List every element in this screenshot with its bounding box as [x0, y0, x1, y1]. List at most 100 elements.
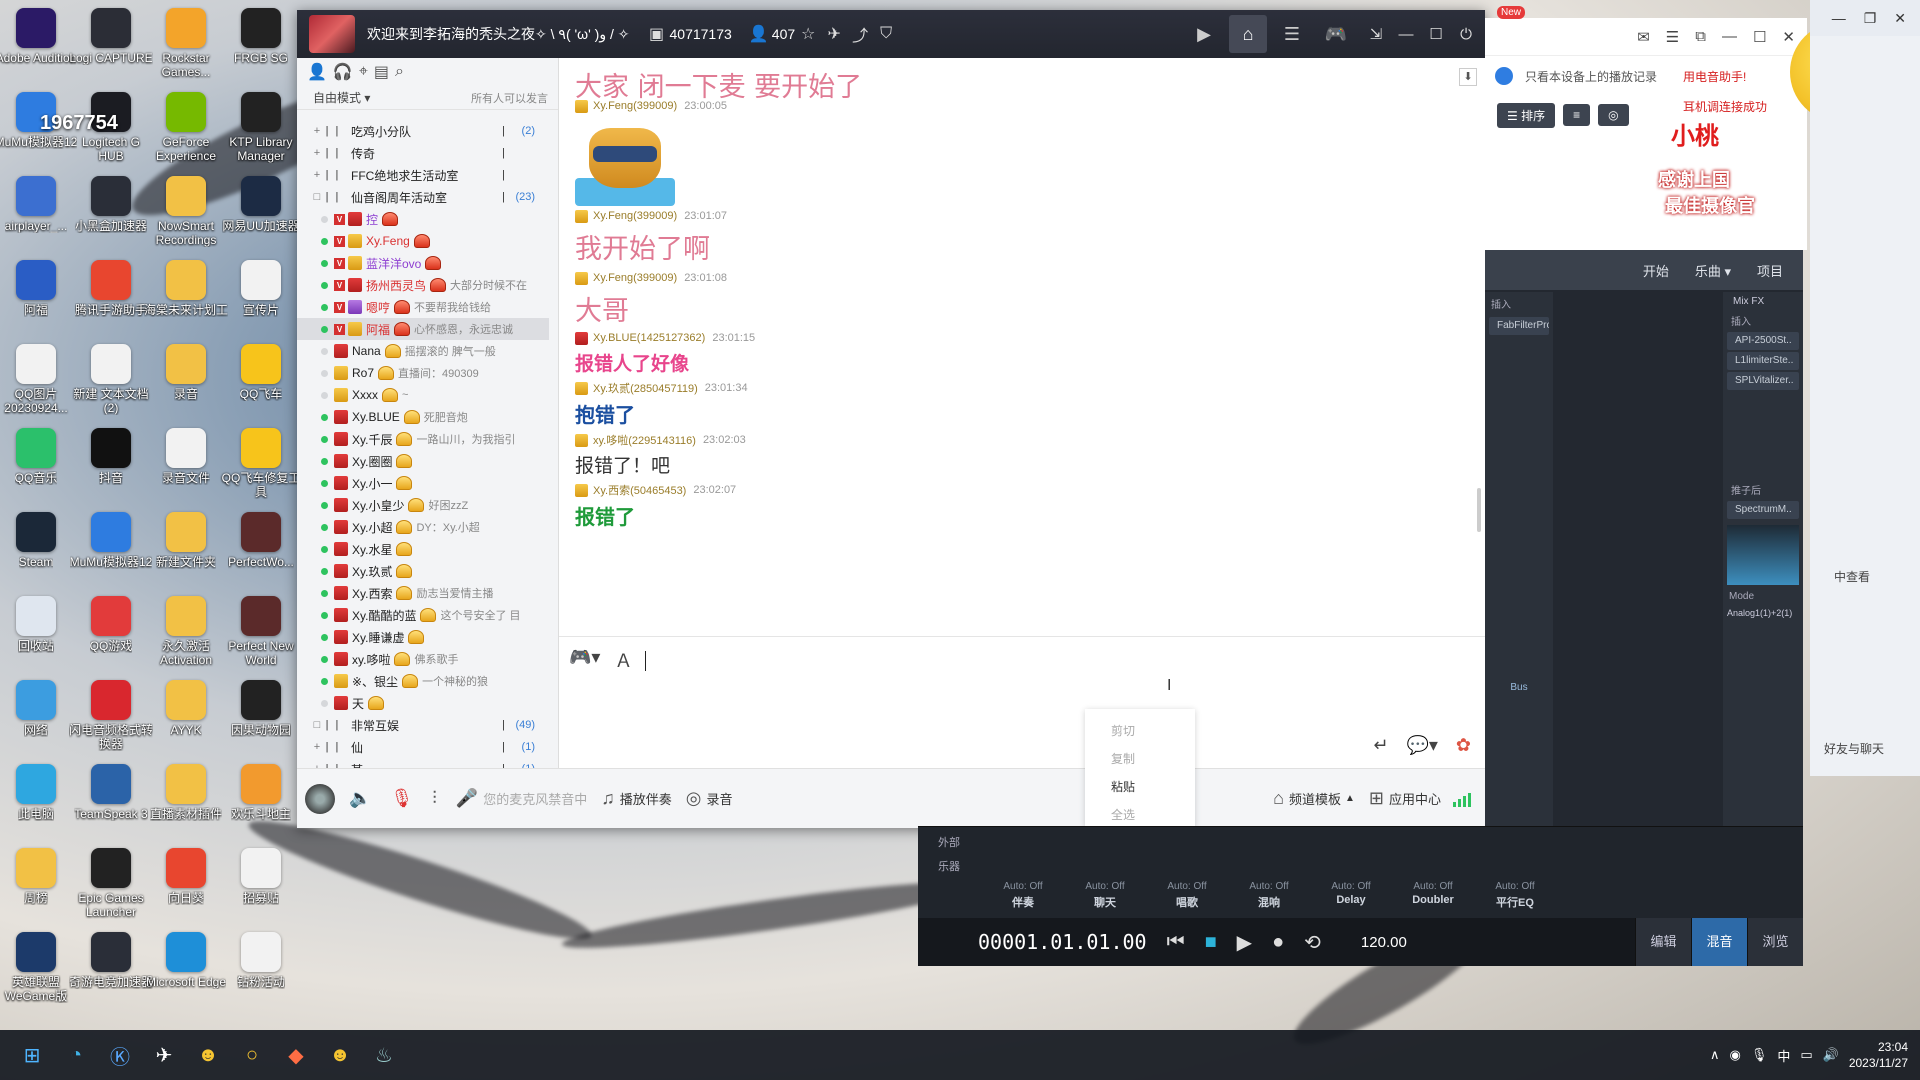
- desktop-icon[interactable]: QQ飞车: [219, 340, 303, 420]
- chat-bubble-icon[interactable]: 💬▾: [1406, 735, 1437, 756]
- expand-icon[interactable]: +: [311, 741, 323, 753]
- user-row[interactable]: Xy.小一: [297, 472, 549, 494]
- desktop-icon[interactable]: 新建文件夹: [144, 508, 228, 588]
- channel-row[interactable]: + | | 仙 | (1): [297, 736, 549, 758]
- automation-status[interactable]: Auto: Off: [1474, 881, 1556, 892]
- note-icon[interactable]: ▤: [374, 62, 389, 82]
- target-button[interactable]: ◎: [1598, 104, 1629, 126]
- desktop-icon[interactable]: 网络: [0, 676, 78, 756]
- user-row[interactable]: V 阿福 心怀感恩，永远忠诚: [297, 318, 549, 340]
- menu-item-select-all[interactable]: 全选: [1085, 801, 1195, 829]
- user-row[interactable]: 天: [297, 692, 549, 714]
- desktop-icon[interactable]: QQ飞车修复工具: [219, 424, 303, 504]
- desktop-icon[interactable]: GeForce Experience: [144, 88, 228, 168]
- desktop-icon[interactable]: 阿福: [0, 256, 78, 336]
- user-row[interactable]: V Xy.Feng: [297, 230, 549, 252]
- tray-chevron-icon[interactable]: ∧: [1710, 1047, 1720, 1063]
- message-author[interactable]: xy.哆啦(2295143116): [593, 432, 696, 448]
- taskbar-game-icon[interactable]: ◆: [274, 1033, 318, 1077]
- desktop-icon[interactable]: QQ音乐: [0, 424, 78, 504]
- minimize-button[interactable]: —: [1391, 26, 1421, 43]
- user-row[interactable]: Xy.睡谦虚: [297, 626, 549, 648]
- toggle-switch[interactable]: [1495, 67, 1513, 85]
- desktop-icon[interactable]: Epic Games Launcher: [69, 844, 153, 924]
- expand-icon[interactable]: □: [311, 191, 323, 203]
- font-style-icon[interactable]: Ａ: [614, 647, 632, 673]
- app-center-button[interactable]: ⊞ 应用中心: [1369, 788, 1441, 809]
- desktop-icon[interactable]: PerfectWo...: [219, 508, 303, 588]
- stop-button[interactable]: ■: [1205, 931, 1217, 954]
- spectrum-slot[interactable]: SpectrumM..: [1727, 501, 1799, 519]
- accompany-button[interactable]: ♫ 播放伴奏: [601, 788, 672, 809]
- desktop-icon[interactable]: AYYK: [144, 676, 228, 756]
- restore-icon[interactable]: ❐: [1864, 10, 1877, 27]
- close-icon[interactable]: ✕: [1894, 10, 1906, 27]
- automation-status[interactable]: Auto: Off: [982, 881, 1064, 892]
- desktop-icon[interactable]: 录音: [144, 340, 228, 420]
- start-button[interactable]: ⊞: [10, 1033, 54, 1077]
- view-tab-edit[interactable]: 编辑: [1635, 918, 1691, 966]
- desktop-icon[interactable]: MuMu模拟器12: [69, 508, 153, 588]
- expand-icon[interactable]: +: [311, 169, 323, 181]
- plugin-slot-3[interactable]: SPLVitalizer..: [1727, 372, 1799, 390]
- ime-indicator[interactable]: 中: [1777, 1046, 1790, 1065]
- shield-icon[interactable]: ⛉: [873, 21, 899, 47]
- desktop-icon[interactable]: 回收站: [0, 592, 78, 672]
- user-row[interactable]: Xy.酷酷的蓝 这个号安全了 目: [297, 604, 549, 626]
- plugin-slot-1[interactable]: API-2500St..: [1727, 332, 1799, 350]
- view-tab-browse[interactable]: 浏览: [1747, 918, 1803, 966]
- menu-item-paste[interactable]: 粘贴: [1085, 773, 1195, 801]
- user-row[interactable]: Xy.水星: [297, 538, 549, 560]
- automation-status[interactable]: Auto: Off: [1146, 881, 1228, 892]
- channel-row[interactable]: + | | 传奇 |: [297, 142, 549, 164]
- share-icon[interactable]: ⤴: [847, 21, 873, 47]
- user-row[interactable]: Nana 摇摆滚的 脾气一般: [297, 340, 549, 362]
- taskbar-plane-icon[interactable]: ✈: [142, 1033, 186, 1077]
- desktop-icon[interactable]: 招募贴: [219, 844, 303, 924]
- mixer-channel[interactable]: Auto: Off 混响: [1228, 881, 1310, 910]
- taskbar-duck2-icon[interactable]: ☻: [318, 1033, 362, 1077]
- mode-dropdown[interactable]: 自由模式 ▾: [313, 89, 370, 106]
- channel-row[interactable]: + | | 吃鸡小分队 | (2): [297, 120, 549, 142]
- message-author[interactable]: Xy.Feng(399009): [593, 100, 677, 112]
- tab-list-icon[interactable]: ☰: [1273, 15, 1311, 53]
- power-icon[interactable]: ⏻: [1451, 26, 1481, 43]
- eq-button[interactable]: ⫶: [432, 788, 442, 809]
- desktop-icon[interactable]: QQ图片20230924...: [0, 340, 78, 420]
- desktop-icon[interactable]: 英雄联盟WeGame版: [0, 928, 78, 1008]
- desktop-icon[interactable]: 闪电音频格式转换器: [69, 676, 153, 756]
- user-row[interactable]: xy.哆啦 佛系歌手: [297, 648, 549, 670]
- message-author[interactable]: Xy.BLUE(1425127362): [593, 332, 705, 344]
- desktop-icon[interactable]: NowSmart Recordings: [144, 172, 228, 252]
- collapse-icon[interactable]: ⇲: [1361, 25, 1391, 43]
- desktop-icon[interactable]: 因果动物园: [219, 676, 303, 756]
- template-button[interactable]: ⌂ 频道模板 ▲: [1273, 788, 1355, 809]
- tray-mic-icon[interactable]: 🎙: [1751, 1047, 1768, 1063]
- desktop-icon[interactable]: Perfect New World: [219, 592, 303, 672]
- automation-status[interactable]: Auto: Off: [1392, 881, 1474, 892]
- expand-icon[interactable]: +: [311, 147, 323, 159]
- desktop-icon[interactable]: airplayer_...: [0, 172, 78, 252]
- flower-icon[interactable]: ✿: [1456, 735, 1471, 756]
- loop-button[interactable]: ⟲: [1304, 930, 1321, 955]
- mixer-channel[interactable]: Auto: Off 伴奏: [982, 881, 1064, 910]
- daw-tab-project[interactable]: 项目: [1757, 261, 1783, 280]
- automation-status[interactable]: Auto: Off: [1310, 881, 1392, 892]
- user-row[interactable]: Ro7 直播间：490309: [297, 362, 549, 384]
- desktop-icon[interactable]: 录音文件: [144, 424, 228, 504]
- taskbar-steam-icon[interactable]: ♨: [362, 1033, 406, 1077]
- message-author[interactable]: Xy.西索(50465453): [593, 482, 686, 498]
- user-row[interactable]: ※、银尘 一个神秘的狼: [297, 670, 549, 692]
- enter-icon[interactable]: ↵: [1373, 735, 1388, 756]
- mic-button[interactable]: 🎙: [390, 788, 418, 809]
- desktop-icon[interactable]: 宣传片: [219, 256, 303, 336]
- list-button[interactable]: ≡: [1563, 104, 1591, 126]
- desktop-icon[interactable]: Adobe Audition: [0, 4, 78, 84]
- message-author[interactable]: Xy.玖贰(2850457119): [593, 380, 698, 396]
- desktop-icon[interactable]: 永久激活 Activation: [144, 592, 228, 672]
- sort-button[interactable]: ☰ 排序: [1497, 102, 1556, 128]
- daw-tab-start[interactable]: 开始: [1643, 261, 1669, 280]
- user-row[interactable]: V 蓝洋洋ovo: [297, 252, 549, 274]
- emoji-game-icon[interactable]: 🎮▾: [569, 647, 600, 673]
- user-row[interactable]: Xy.玖贰: [297, 560, 549, 582]
